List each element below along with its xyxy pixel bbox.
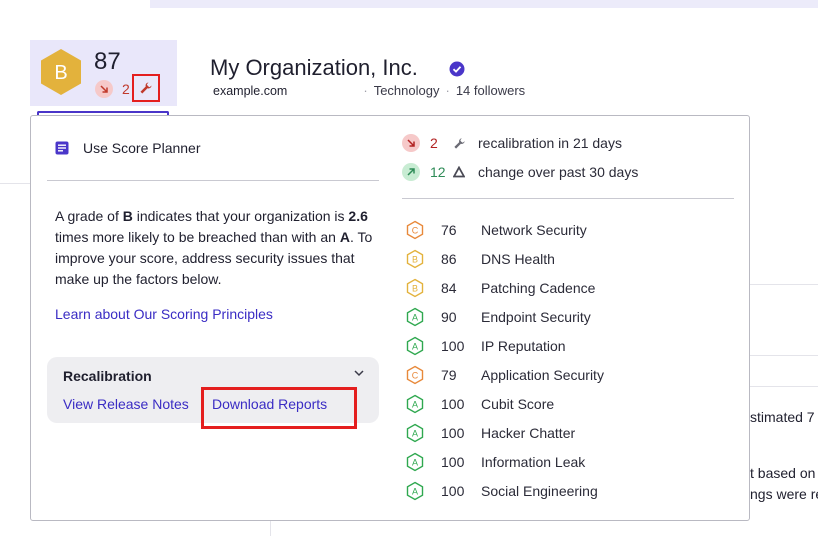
page-divider: [0, 183, 30, 184]
organization-meta: example.com · Technology · 14 followers: [213, 83, 525, 98]
factor-score: 100: [441, 338, 465, 354]
score-planner-label: Use Score Planner: [83, 140, 201, 156]
factor-name: IP Reputation: [481, 338, 566, 354]
grade-hexagon-icon: B: [406, 278, 424, 298]
factor-score: 100: [441, 483, 465, 499]
organization-name: My Organization, Inc.: [210, 55, 418, 80]
change-stat-value: 12: [430, 164, 446, 180]
factor-grade: C: [412, 371, 419, 381]
background-text: t based on: [750, 465, 816, 481]
factor-score: 76: [441, 222, 457, 238]
grade-hexagon-icon: A: [406, 336, 424, 356]
factor-score: 100: [441, 454, 465, 470]
background-text: stimated 7: [750, 409, 815, 425]
divider: [47, 180, 379, 181]
score-details-popover: Use Score Planner A grade of B indicates…: [30, 115, 750, 521]
score-value: 87: [94, 48, 121, 75]
planner-icon: [55, 141, 69, 155]
factor-name: Endpoint Security: [481, 309, 591, 325]
factor-score: 100: [441, 396, 465, 412]
organization-domain[interactable]: example.com: [213, 84, 287, 98]
factor-name: Hacker Chatter: [481, 425, 576, 441]
wrench-icon: [140, 82, 152, 94]
verified-badge-icon: [449, 61, 465, 77]
factor-row[interactable]: B 86 DNS Health: [405, 249, 555, 269]
factor-row[interactable]: A 100 Social Engineering: [405, 481, 598, 501]
factor-grade: A: [412, 429, 418, 439]
factor-name: Cubit Score: [481, 396, 555, 412]
organization-industry: Technology: [373, 83, 440, 98]
grade-hexagon-icon: B: [406, 249, 424, 269]
meta-separator: ·: [363, 83, 368, 98]
factor-row[interactable]: A 100 Cubit Score: [405, 394, 554, 414]
grade-hexagon-icon: A: [406, 307, 424, 327]
factor-row[interactable]: C 79 Application Security: [405, 365, 604, 385]
meta-separator: ·: [445, 83, 450, 98]
score-card[interactable]: B 87 2: [30, 40, 177, 106]
factor-grade: A: [412, 313, 418, 323]
wrench-icon: [452, 136, 466, 150]
factor-row[interactable]: B 84 Patching Cadence: [405, 278, 595, 298]
organization-followers[interactable]: 14 followers: [456, 83, 525, 98]
factor-grade: A: [412, 458, 418, 468]
grade-hexagon-icon: B: [41, 49, 81, 95]
change-stat: 12 change over past 30 days: [402, 163, 638, 181]
factor-score: 84: [441, 280, 457, 296]
scoring-principles-link[interactable]: Learn about Our Scoring Principles: [55, 306, 273, 322]
download-reports-highlight: [201, 387, 357, 429]
factor-score: 100: [441, 425, 465, 441]
page-divider: [750, 355, 818, 356]
grade-hexagon-icon: C: [406, 365, 424, 385]
background-text: ngs were re: [750, 486, 818, 502]
score-planner-button[interactable]: Use Score Planner: [55, 140, 201, 156]
top-banner-strip: [150, 0, 818, 8]
recalibration-stat-value: 2: [430, 135, 438, 151]
factor-name: Patching Cadence: [481, 280, 596, 296]
grade-letter: B: [54, 62, 67, 84]
page-divider: [750, 386, 818, 387]
grade-hexagon-icon: A: [406, 394, 424, 414]
factor-grade: B: [412, 284, 418, 294]
factor-name: Application Security: [481, 367, 604, 383]
factor-row[interactable]: A 90 Endpoint Security: [405, 307, 591, 327]
factor-row[interactable]: A 100 Hacker Chatter: [405, 423, 575, 443]
page-vertical-divider: [270, 521, 271, 536]
factor-grade: B: [412, 255, 418, 265]
grade-explanation: A grade of B indicates that your organiz…: [55, 208, 373, 287]
factor-row[interactable]: A 100 IP Reputation: [405, 336, 566, 356]
factor-name: DNS Health: [481, 251, 555, 267]
recalibration-stat-text: recalibration in 21 days: [478, 135, 622, 151]
factor-name: Social Engineering: [481, 483, 598, 499]
factor-name: Network Security: [481, 222, 587, 238]
factor-grade: A: [412, 487, 418, 497]
page-divider: [750, 284, 818, 285]
recalibration-stat: 2 recalibration in 21 days: [402, 134, 622, 152]
delta-icon: [452, 165, 466, 179]
factor-name: Information Leak: [481, 454, 586, 470]
factor-grade: C: [412, 226, 419, 236]
factor-score: 86: [441, 251, 457, 267]
score-down-icon: [95, 80, 113, 98]
factor-grade: A: [412, 400, 418, 410]
factor-row[interactable]: A 100 Information Leak: [405, 452, 585, 472]
grade-hexagon-icon: A: [406, 423, 424, 443]
grade-hexagon-icon: C: [406, 220, 424, 240]
recalibration-title: Recalibration: [63, 368, 152, 384]
grade-hexagon-icon: A: [406, 481, 424, 501]
chevron-down-icon[interactable]: [353, 367, 365, 379]
divider: [402, 198, 734, 199]
grade-hexagon-icon: A: [406, 452, 424, 472]
arrow-down-icon: [402, 134, 420, 152]
factor-score: 79: [441, 367, 457, 383]
score-change-value: 2: [122, 81, 130, 97]
factor-row[interactable]: C 76 Network Security: [405, 220, 587, 240]
change-stat-text: change over past 30 days: [478, 164, 639, 180]
view-release-notes-link[interactable]: View Release Notes: [63, 396, 189, 412]
arrow-up-icon: [402, 163, 420, 181]
factor-grade: A: [412, 342, 418, 352]
factor-score: 90: [441, 309, 457, 325]
recalibration-wrench-button[interactable]: [132, 74, 160, 102]
